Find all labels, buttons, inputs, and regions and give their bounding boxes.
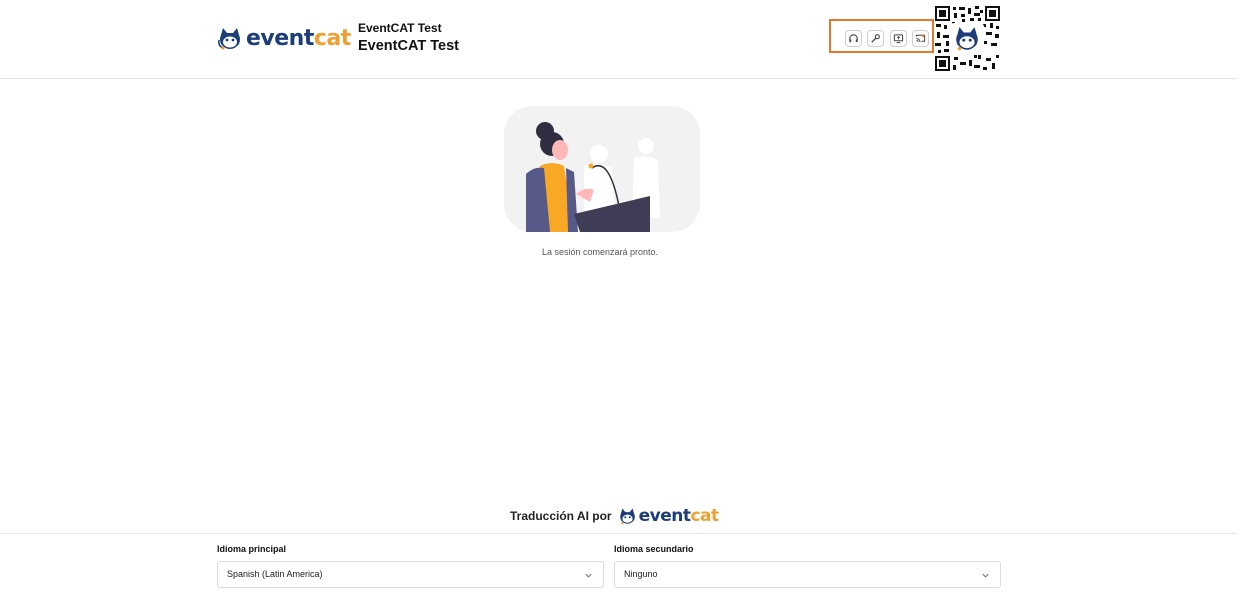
event-title: EventCAT Test (358, 38, 459, 54)
powered-by: Traducción AI por eventcat (510, 505, 719, 527)
cat-logo-icon (218, 28, 240, 50)
qr-avatar (950, 23, 984, 55)
header: eventcat EventCAT Test EventCAT Test (0, 0, 1237, 79)
logo-text-cat: cat (313, 26, 351, 51)
footer-divider (0, 533, 1237, 534)
powered-by-text: Traducción AI por (510, 509, 612, 523)
logo-text-event: event (638, 506, 691, 526)
event-subtitle: EventCAT Test (358, 21, 442, 35)
screen-share-button[interactable] (890, 30, 907, 47)
secondary-language-value: Ninguno (624, 569, 658, 579)
speaker-illustration (504, 106, 700, 232)
logo-text-cat: cat (690, 506, 719, 526)
settings-button[interactable] (867, 30, 884, 47)
eventcat-logo[interactable]: eventcat (217, 26, 351, 52)
logo-text-event: event (246, 26, 314, 51)
session-status-text: La sesión comenzará pronto. (541, 247, 659, 257)
chevron-down-icon (585, 573, 592, 578)
chevron-down-icon (982, 573, 989, 578)
cat-logo-icon (619, 507, 635, 524)
wrench-icon (871, 34, 880, 43)
cast-icon (915, 34, 926, 43)
primary-language-select[interactable]: Spanish (Latin America) (217, 561, 604, 588)
primary-language-value: Spanish (Latin America) (227, 569, 323, 579)
headphones-icon (849, 34, 858, 43)
cast-button[interactable] (912, 30, 929, 47)
headphones-button[interactable] (845, 30, 862, 47)
secondary-language-select[interactable]: Ninguno (614, 561, 1001, 588)
screen-share-icon (893, 34, 904, 44)
cat-logo-icon (956, 27, 978, 51)
event-titles: EventCAT Test EventCAT Test (358, 20, 459, 56)
secondary-language-label: Idioma secundario (614, 544, 694, 554)
primary-language-label: Idioma principal (217, 544, 287, 554)
